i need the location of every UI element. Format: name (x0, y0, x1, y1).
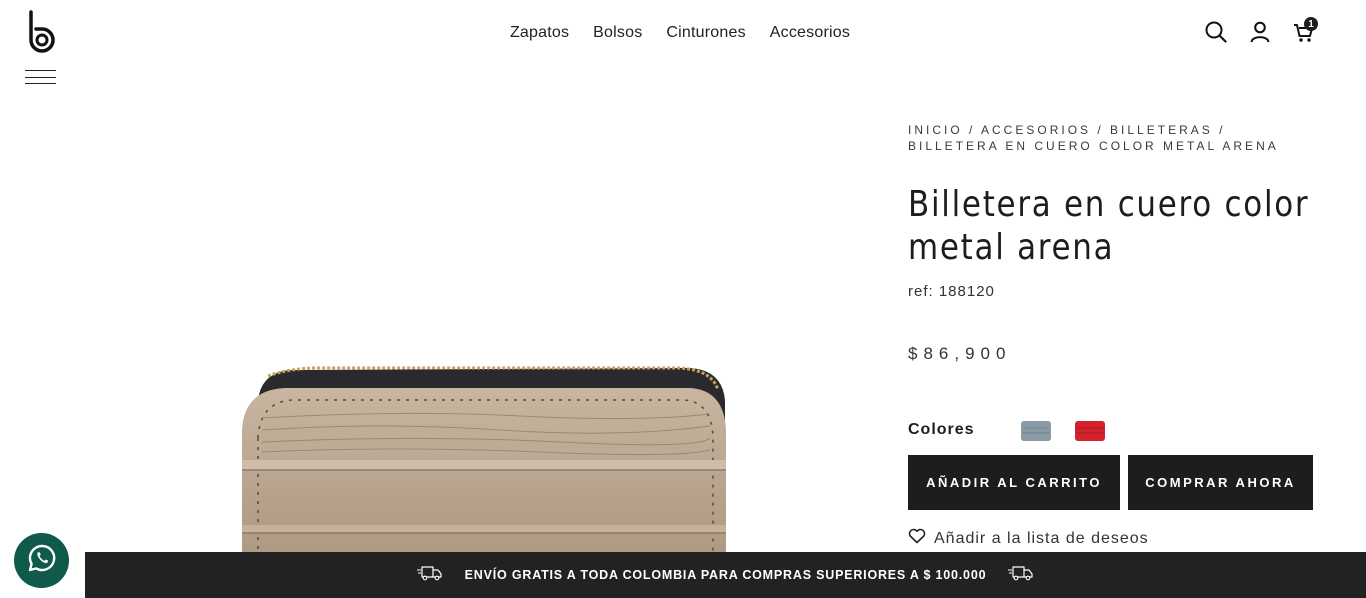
add-to-cart-button[interactable]: AÑADIR AL CARRITO (908, 455, 1120, 510)
breadcrumb-separator: / (1212, 123, 1226, 137)
truck-icon (1008, 565, 1034, 586)
purchase-actions: AÑADIR AL CARRITO COMPRAR AHORA (908, 455, 1318, 510)
breadcrumb-billeteras[interactable]: BILLETERAS (1110, 123, 1213, 137)
cart-icon[interactable]: 1 (1292, 17, 1318, 46)
whatsapp-icon (27, 543, 57, 578)
buy-now-button[interactable]: COMPRAR AHORA (1128, 455, 1313, 510)
breadcrumb-current: BILLETERA EN CUERO COLOR METAL ARENA (908, 139, 1279, 153)
product-image[interactable] (0, 100, 860, 598)
product-ref: ref: 188120 (908, 283, 995, 300)
product-price: $86,900 (908, 344, 1012, 363)
heart-icon (908, 528, 926, 549)
product-title: Billetera en cuero color metal arena (908, 184, 1310, 268)
breadcrumb-inicio[interactable]: INICIO (908, 123, 963, 137)
header-actions: 1 (1204, 17, 1318, 46)
free-shipping-bar: ENVÍO GRATIS A TODA COLOMBIA PARA COMPRA… (85, 552, 1366, 598)
breadcrumb-accesorios[interactable]: ACCESORIOS (981, 123, 1091, 137)
color-swatch-gris[interactable] (1018, 416, 1054, 444)
wishlist-label: Añadir a la lista de deseos (934, 529, 1149, 547)
nav-cinturones[interactable]: Cinturones (666, 24, 745, 42)
account-icon[interactable] (1248, 18, 1272, 46)
search-icon[interactable] (1204, 18, 1228, 46)
breadcrumb-separator: / (1091, 123, 1111, 137)
nav-zapatos[interactable]: Zapatos (510, 24, 569, 42)
breadcrumb: INICIO / ACCESORIOS / BILLETERAS / BILLE… (908, 122, 1318, 154)
brand-logo[interactable] (26, 10, 56, 54)
shipping-text: ENVÍO GRATIS A TODA COLOMBIA PARA COMPRA… (464, 568, 987, 582)
nav-accesorios[interactable]: Accesorios (770, 24, 850, 42)
cart-count-badge: 1 (1304, 17, 1318, 31)
main-nav: Zapatos Bolsos Cinturones Accesorios (0, 24, 1366, 42)
truck-icon (416, 565, 443, 586)
wishlist-link[interactable]: Añadir a la lista de deseos (908, 528, 1318, 549)
product-info: INICIO / ACCESORIOS / BILLETERAS / BILLE… (908, 122, 1318, 549)
nav-bolsos[interactable]: Bolsos (593, 24, 642, 42)
menu-hamburger-icon[interactable] (25, 70, 56, 84)
breadcrumb-separator: / (962, 123, 982, 137)
color-swatch-rojo[interactable] (1072, 416, 1108, 444)
colors-label: Colores (908, 421, 975, 438)
color-selector: Colores (908, 416, 1318, 444)
whatsapp-button[interactable] (14, 533, 69, 588)
